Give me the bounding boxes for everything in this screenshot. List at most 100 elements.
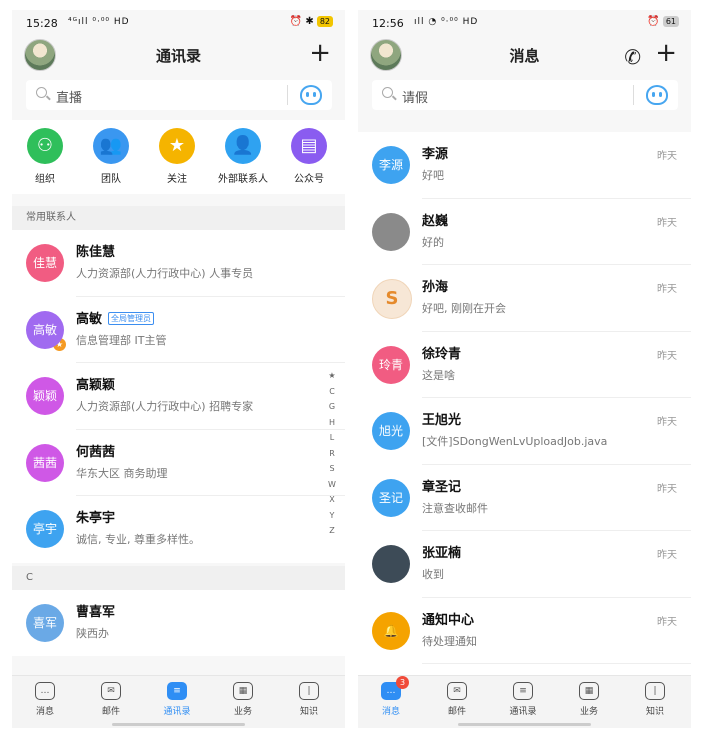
contact-row[interactable]: 亭宇 朱亭宇诚信, 专业, 尊重多样性。: [12, 496, 345, 563]
alpha-index-item[interactable]: H: [325, 415, 339, 431]
contact-row[interactable]: 佳慧 陈佳慧 人力资源部(人力行政中心) 人事专员: [12, 230, 345, 297]
message-sender: 王旭光: [422, 413, 462, 429]
tab-2[interactable]: ≡ 通讯录: [144, 682, 210, 717]
divider: [633, 85, 634, 105]
alpha-index-item[interactable]: Z: [325, 523, 339, 539]
search-bar[interactable]: 直播: [26, 80, 332, 110]
tab-icon: …: [35, 682, 55, 700]
message-row[interactable]: 赵巍 好的 昨天: [358, 198, 691, 265]
quick-action-0[interactable]: ⚇ 组织: [12, 128, 78, 185]
status-time: 12:56: [372, 17, 404, 30]
message-sender: 李源: [422, 147, 449, 163]
quick-action-label: 外部联系人: [218, 174, 268, 185]
contact-subtitle: 陕西办: [76, 627, 109, 640]
contact-row[interactable]: 喜军 曹喜军 陕西办: [12, 590, 345, 656]
quick-action-3[interactable]: 👤 外部联系人: [210, 128, 276, 185]
message-row[interactable]: 张亚楠 收到 昨天: [358, 531, 691, 598]
status-bar: 15:28 ⁴ᴳıll ⁰·⁰⁰ HD ⏰ ✱ 82: [12, 10, 345, 36]
alpha-index-item[interactable]: X: [325, 492, 339, 508]
message-row[interactable]: 旭光 王旭光 [文件]SDongWenLvUploadJob.java 昨天: [358, 398, 691, 465]
message-row[interactable]: S 孙海 好吧, 刚刚在开会 昨天: [358, 265, 691, 332]
message-sender: 徐玲青: [422, 346, 462, 362]
contact-name-text: 朱亭宇: [76, 511, 116, 527]
tab-icon: ▦: [579, 682, 599, 700]
tab-label: 邮件: [447, 707, 466, 717]
message-list: 李源 李源 好吧 昨天 赵巍 好的 昨天 S 孙海 好吧, 刚刚在开会 昨天 玲青 徐玲青 这是啥 昨天 旭光…: [358, 132, 691, 676]
tab-3[interactable]: ▦ 业务: [210, 682, 276, 717]
tab-icon: ≡: [513, 682, 533, 700]
avatar: [372, 545, 410, 584]
search-icon: [382, 87, 393, 98]
alpha-index-item[interactable]: ★: [325, 368, 339, 384]
tab-1[interactable]: ✉ 邮件: [424, 682, 490, 717]
tab-bar: … 3 消息 ✉ 邮件 ≡ 通讯录 ▦ 业务 | 知识: [358, 675, 691, 728]
avatar: 玲青: [372, 345, 410, 384]
tab-4[interactable]: | 知识: [276, 682, 342, 717]
search-input[interactable]: 请假: [402, 87, 428, 106]
message-time: 昨天: [657, 417, 677, 429]
message-preview: [文件]SDongWenLvUploadJob.java: [422, 435, 608, 449]
contact-row[interactable]: ★ 高敏 高敏 全局管理员 信息管理部 IT主管: [12, 296, 345, 363]
tab-0[interactable]: … 消息: [12, 682, 78, 717]
alphabet-index[interactable]: ★ C G H L R S W X Y Z: [325, 368, 339, 539]
assistant-icon[interactable]: [646, 85, 668, 105]
contact-name-text: 陈佳慧: [76, 245, 116, 261]
search-input[interactable]: 直播: [56, 87, 82, 106]
quick-action-4[interactable]: ▤ 公众号: [276, 128, 342, 185]
message-sender: 章圣记: [422, 479, 462, 495]
avatar: 李源: [372, 146, 410, 185]
quick-action-label: 团队: [101, 174, 121, 185]
quick-action-icon: ★: [159, 128, 195, 164]
tab-label: 通讯录: [163, 707, 191, 717]
contact-subtitle: 人力资源部(人力行政中心) 人事专员: [76, 267, 254, 281]
phone-icon[interactable]: ✆: [624, 44, 641, 70]
search-icon: [36, 87, 47, 98]
tab-3[interactable]: ▦ 业务: [556, 682, 622, 717]
avatar: 亭宇: [26, 510, 64, 549]
battery-icon: 82: [316, 16, 333, 27]
divider: [287, 85, 288, 105]
tab-1[interactable]: ✉ 邮件: [78, 682, 144, 717]
alpha-index-item[interactable]: G: [325, 399, 339, 415]
status-right: ⏰ ✱ 82: [290, 16, 333, 27]
tab-label: 知识: [299, 707, 318, 717]
tab-2[interactable]: ≡ 通讯录: [490, 682, 556, 717]
quick-action-icon: ▤: [291, 128, 327, 164]
tab-0[interactable]: … 3 消息: [358, 676, 424, 717]
alpha-index-item[interactable]: Y: [325, 508, 339, 524]
avatar: 高敏: [26, 310, 64, 349]
contact-subtitle: 诚信, 专业, 尊重多样性。: [76, 533, 200, 547]
quick-action-1[interactable]: 👥 团队: [78, 128, 144, 185]
contact-row[interactable]: 颖颖 高颖颖 人力资源部(人力行政中心) 招聘专家: [12, 363, 345, 430]
contact-name: 曹喜军: [76, 601, 115, 620]
message-preview: 好吧: [422, 169, 444, 183]
contact-row[interactable]: 茜茜 何茜茜 华东大区 商务助理: [12, 429, 345, 496]
quick-action-2[interactable]: ★ 关注: [144, 128, 210, 185]
message-time: 昨天: [657, 550, 677, 562]
add-icon[interactable]: +: [655, 40, 677, 66]
alpha-index-item[interactable]: C: [325, 384, 339, 400]
message-sender: 孙海: [422, 280, 449, 296]
avatar: S: [372, 279, 412, 320]
message-row[interactable]: 🔔 通知中心 待处理通知 昨天: [358, 597, 691, 664]
nav-bar: 消息 ✆ +: [358, 36, 691, 74]
tab-icon: |: [645, 682, 665, 700]
message-row[interactable]: 玲青 徐玲青 这是啥 昨天: [358, 331, 691, 398]
page-title: 通讯录: [155, 47, 201, 65]
alpha-index-item[interactable]: R: [325, 446, 339, 462]
quick-action-icon: 👤: [225, 128, 261, 164]
message-time: 昨天: [657, 483, 677, 495]
add-icon[interactable]: +: [309, 40, 331, 66]
search-bar[interactable]: 请假: [372, 80, 678, 110]
message-row[interactable]: 圣记 章圣记 注意查收邮件 昨天: [358, 464, 691, 531]
assistant-icon[interactable]: [300, 85, 322, 105]
alpha-index-item[interactable]: S: [325, 461, 339, 477]
message-row[interactable]: 李源 李源 好吧 昨天: [358, 132, 691, 199]
tab-4[interactable]: | 知识: [622, 682, 688, 717]
quick-actions: ⚇ 组织 👥 团队 ★ 关注 👤 外部联系人 ▤ 公众号: [12, 120, 345, 194]
quick-action-label: 关注: [167, 174, 187, 185]
contact-name: 高敏 全局管理员: [76, 308, 155, 327]
contact-name-text: 何茜茜: [76, 444, 116, 460]
alpha-index-item[interactable]: L: [325, 430, 339, 446]
alpha-index-item[interactable]: W: [325, 477, 339, 493]
